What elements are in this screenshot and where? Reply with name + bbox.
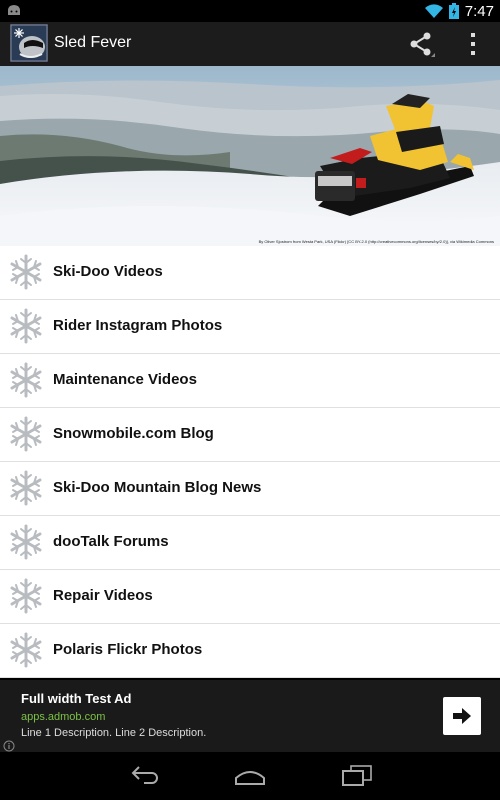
- navigation-bar: [0, 752, 500, 800]
- ad-url: apps.admob.com: [21, 711, 106, 723]
- snowflake-icon: [8, 308, 44, 344]
- recent-apps-icon[interactable]: [341, 764, 373, 786]
- ad-description: Line 1 Description. Line 2 Description.: [21, 727, 207, 739]
- snowflake-icon: [8, 254, 44, 290]
- app-logo-icon[interactable]: [10, 24, 48, 62]
- action-bar: Sled Fever: [0, 22, 500, 66]
- list-item-label: dooTalk Forums: [53, 533, 169, 550]
- list-item[interactable]: Repair Videos: [0, 570, 500, 624]
- snowflake-icon: [8, 578, 44, 614]
- ad-title: Full width Test Ad: [21, 691, 132, 706]
- snowflake-icon: [8, 524, 44, 560]
- snowflake-icon: [8, 470, 44, 506]
- list-item[interactable]: Ski-Doo Videos: [0, 246, 500, 300]
- photo-credit: By Oliver Sjostrom from Westa Park, USA …: [258, 239, 494, 244]
- back-icon[interactable]: [130, 764, 160, 786]
- list-item-label: Repair Videos: [53, 587, 153, 604]
- list-item[interactable]: Ski-Doo Mountain Blog News: [0, 462, 500, 516]
- list-item-label: Snowmobile.com Blog: [53, 425, 214, 442]
- list-item[interactable]: Rider Instagram Photos: [0, 300, 500, 354]
- ad-open-button[interactable]: [443, 697, 481, 735]
- ad-banner[interactable]: Full width Test Ad apps.admob.com Line 1…: [0, 680, 500, 752]
- list-item[interactable]: Snowmobile.com Blog: [0, 408, 500, 462]
- overflow-menu-icon[interactable]: [458, 30, 488, 58]
- snowflake-icon: [8, 416, 44, 452]
- menu-list: Ski-Doo Videos Rider Instagram Photos Main…: [0, 246, 500, 678]
- battery-icon: [448, 3, 459, 19]
- snowflake-icon: [8, 632, 44, 668]
- list-item-label: Maintenance Videos: [53, 371, 197, 388]
- list-item-label: Ski-Doo Mountain Blog News: [53, 479, 262, 496]
- list-item-label: Polaris Flickr Photos: [53, 641, 203, 658]
- snowmobile-photo: [0, 66, 500, 246]
- list-item-label: Rider Instagram Photos: [53, 317, 223, 334]
- list-item[interactable]: Polaris Flickr Photos: [0, 624, 500, 678]
- share-icon[interactable]: [406, 30, 436, 58]
- list-item[interactable]: Maintenance Videos: [0, 354, 500, 408]
- app-title: Sled Fever: [54, 34, 132, 51]
- hero-image: By Oliver Sjostrom from Westa Park, USA …: [0, 66, 500, 246]
- list-item[interactable]: dooTalk Forums: [0, 516, 500, 570]
- snowflake-icon: [8, 362, 44, 398]
- arrow-right-icon: [453, 708, 471, 724]
- status-bar: 7:47: [0, 0, 500, 22]
- android-notification-icon: [8, 5, 20, 15]
- home-icon[interactable]: [234, 764, 266, 786]
- clock: 7:47: [464, 2, 494, 20]
- list-item-label: Ski-Doo Videos: [53, 263, 163, 280]
- ad-info-icon[interactable]: [3, 740, 15, 752]
- wifi-icon: [424, 4, 443, 18]
